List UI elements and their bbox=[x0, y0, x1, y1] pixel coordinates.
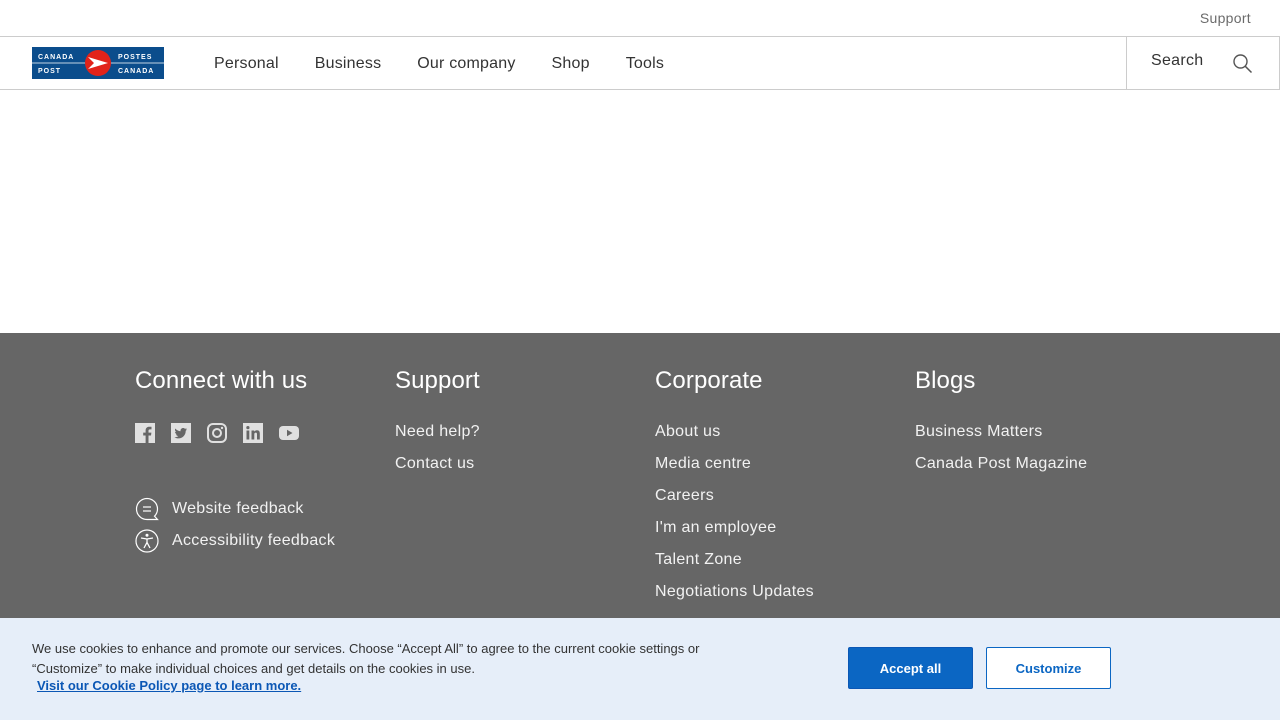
accept-all-button[interactable]: Accept all bbox=[848, 647, 973, 689]
linkedin-icon[interactable] bbox=[243, 423, 263, 443]
footer-col-corporate: Corporate About us Media centre Careers … bbox=[655, 367, 905, 614]
cookie-policy-link[interactable]: Visit our Cookie Policy page to learn mo… bbox=[37, 678, 301, 693]
footer-heading-support: Support bbox=[395, 367, 480, 394]
footer-link-talent-zone[interactable]: Talent Zone bbox=[655, 550, 905, 582]
accessibility-feedback-label: Accessibility feedback bbox=[172, 532, 336, 549]
footer-col-support: Support Need help? Contact us bbox=[395, 367, 645, 486]
page: Support CANADA POSTES POST CANADA Person… bbox=[0, 0, 1280, 720]
accessibility-feedback-link[interactable]: Accessibility feedback bbox=[135, 525, 385, 557]
utility-bar: Support bbox=[0, 0, 1280, 37]
footer-heading-connect: Connect with us bbox=[135, 367, 308, 394]
main-nav: CANADA POSTES POST CANADA Personal Busin… bbox=[0, 37, 1280, 90]
blogs-links: Business Matters Canada Post Magazine bbox=[915, 422, 1165, 486]
footer-heading-corporate: Corporate bbox=[655, 367, 763, 394]
support-links: Need help? Contact us bbox=[395, 422, 645, 486]
nav-item-our-company[interactable]: Our company bbox=[417, 55, 515, 73]
footer-link-careers[interactable]: Careers bbox=[655, 486, 905, 518]
footer-link-media-centre[interactable]: Media centre bbox=[655, 454, 905, 486]
accessibility-icon bbox=[135, 529, 159, 553]
footer-link-magazine[interactable]: Canada Post Magazine bbox=[915, 454, 1165, 486]
search-icon bbox=[1233, 54, 1253, 74]
logo-text-canada-1: CANADA bbox=[38, 54, 74, 61]
website-feedback-label: Website feedback bbox=[172, 500, 304, 517]
logo-text-canada-2: CANADA bbox=[118, 68, 154, 75]
footer-link-contact-us[interactable]: Contact us bbox=[395, 454, 645, 486]
support-link[interactable]: Support bbox=[1200, 10, 1251, 26]
footer-link-about-us[interactable]: About us bbox=[655, 422, 905, 454]
instagram-icon[interactable] bbox=[207, 423, 227, 443]
footer-link-business-matters[interactable]: Business Matters bbox=[915, 422, 1165, 454]
cookie-banner: We use cookies to enhance and promote ou… bbox=[0, 618, 1280, 720]
nav-item-personal[interactable]: Personal bbox=[214, 55, 279, 73]
search-button[interactable]: Search bbox=[1126, 37, 1280, 89]
cookie-message: We use cookies to enhance and promote ou… bbox=[32, 641, 700, 676]
customize-button[interactable]: Customize bbox=[986, 647, 1111, 689]
footer-link-negotiations[interactable]: Negotiations Updates bbox=[655, 582, 905, 614]
footer-link-employee[interactable]: I'm an employee bbox=[655, 518, 905, 550]
logo-text-postes: POSTES bbox=[118, 54, 152, 61]
speech-bubble-icon bbox=[135, 497, 159, 521]
footer-col-connect: Connect with us Website feedback Accessi… bbox=[135, 367, 385, 557]
nav-item-business[interactable]: Business bbox=[315, 55, 382, 73]
footer-heading-blogs: Blogs bbox=[915, 367, 976, 394]
social-links bbox=[135, 423, 385, 443]
footer-link-need-help[interactable]: Need help? bbox=[395, 422, 645, 454]
canada-post-logo[interactable]: CANADA POSTES POST CANADA bbox=[32, 47, 164, 79]
logo-text-post: POST bbox=[38, 68, 61, 75]
corporate-links: About us Media centre Careers I'm an emp… bbox=[655, 422, 905, 614]
feedback-links: Website feedback Accessibility feedback bbox=[135, 493, 385, 557]
facebook-icon[interactable] bbox=[135, 423, 155, 443]
nav-item-tools[interactable]: Tools bbox=[626, 55, 664, 73]
footer-col-blogs: Blogs Business Matters Canada Post Magaz… bbox=[915, 367, 1165, 486]
website-feedback-link[interactable]: Website feedback bbox=[135, 493, 385, 525]
twitter-icon[interactable] bbox=[171, 423, 191, 443]
primary-nav: Personal Business Our company Shop Tools bbox=[214, 37, 700, 90]
youtube-icon[interactable] bbox=[279, 423, 299, 443]
nav-item-shop[interactable]: Shop bbox=[552, 55, 590, 73]
search-label: Search bbox=[1151, 52, 1204, 69]
